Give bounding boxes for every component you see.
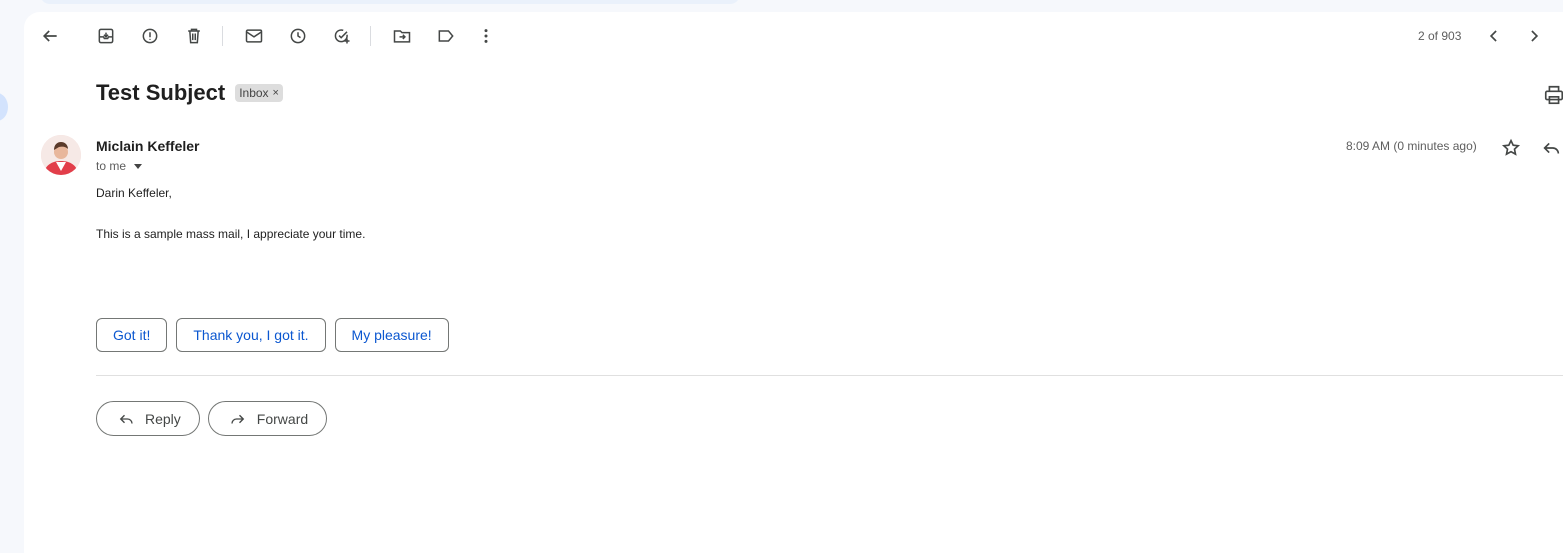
smart-reply-button[interactable]: Got it!: [96, 318, 168, 352]
mark-unread-icon[interactable]: [242, 24, 266, 48]
smart-reply-button[interactable]: My pleasure!: [334, 318, 449, 352]
subject-row: Test Subject Inbox ×: [96, 80, 283, 106]
smart-replies: Got it! Thank you, I got it. My pleasure…: [96, 318, 449, 352]
email-timestamp: 8:09 AM (0 minutes ago): [1346, 139, 1477, 153]
inbox-label-chip[interactable]: Inbox ×: [235, 84, 283, 102]
sender-avatar[interactable]: [41, 135, 81, 175]
email-subject: Test Subject: [96, 80, 226, 105]
sender-name[interactable]: Miclain Keffeler: [96, 138, 199, 154]
report-spam-icon[interactable]: [138, 24, 162, 48]
archive-icon[interactable]: [94, 24, 118, 48]
email-view-panel: 2 of 903 Test Subject Inbox × Miclain Ke…: [24, 12, 1563, 553]
reply-button[interactable]: Reply: [96, 401, 200, 436]
recipient-details[interactable]: to me: [96, 159, 143, 173]
email-message: This is a sample mass mail, I appreciate…: [96, 227, 366, 241]
reply-icon: [119, 414, 133, 424]
caret-down-icon[interactable]: [134, 163, 143, 169]
reply-label: Reply: [145, 410, 181, 427]
email-toolbar: 2 of 903: [24, 12, 1563, 60]
labels-icon[interactable]: [434, 24, 458, 48]
label-chip-text: Inbox: [239, 86, 269, 100]
add-to-tasks-icon[interactable]: [330, 24, 354, 48]
compose-button-edge[interactable]: [0, 93, 8, 121]
reply-icon[interactable]: [1540, 137, 1562, 159]
toolbar-divider: [370, 26, 371, 46]
move-to-icon[interactable]: [390, 24, 414, 48]
star-icon[interactable]: [1500, 137, 1522, 159]
remove-label-icon[interactable]: ×: [273, 87, 279, 99]
delete-icon[interactable]: [182, 24, 206, 48]
snooze-icon[interactable]: [286, 24, 310, 48]
forward-label: Forward: [256, 410, 309, 427]
chevron-right-icon[interactable]: [1522, 24, 1546, 48]
divider: [96, 375, 1563, 376]
forward-icon: [231, 414, 245, 424]
reply-actions: Reply Forward: [96, 401, 328, 436]
email-greeting: Darin Keffeler,: [96, 186, 172, 200]
toolbar-divider: [222, 26, 223, 46]
more-icon[interactable]: [474, 24, 498, 48]
print-icon[interactable]: [1543, 84, 1563, 106]
recipient-text: to me: [96, 159, 127, 173]
forward-button[interactable]: Forward: [207, 401, 328, 436]
back-arrow-icon[interactable]: [38, 24, 62, 48]
chevron-left-icon[interactable]: [1482, 24, 1506, 48]
search-bar-edge: [40, 0, 740, 4]
pager-count: 2 of 903: [1418, 29, 1462, 43]
smart-reply-button[interactable]: Thank you, I got it.: [176, 318, 326, 352]
email-body: Darin Keffeler, This is a sample mass ma…: [96, 186, 365, 268]
